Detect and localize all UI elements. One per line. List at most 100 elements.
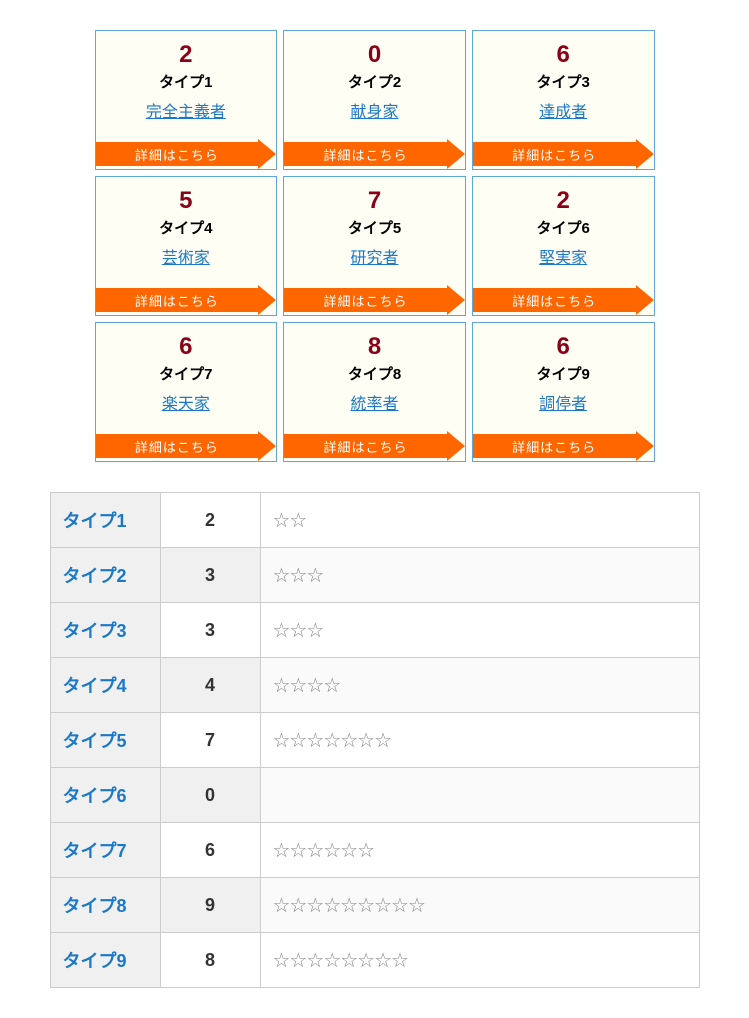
detail-label: 詳細はこちら bbox=[96, 288, 259, 312]
row-score: 0 bbox=[160, 768, 260, 823]
card-score: 2 bbox=[179, 43, 192, 67]
arrow-right-icon bbox=[636, 431, 654, 461]
card-type-label: タイプ1 bbox=[159, 71, 212, 92]
type-card-6: 2 タイプ6 堅実家詳細はこちら bbox=[472, 176, 655, 316]
type-card-4: 5 タイプ4 芸術家詳細はこちら bbox=[95, 176, 278, 316]
row-stars: ☆☆☆ bbox=[260, 548, 699, 603]
card-name-link[interactable]: 楽天家 bbox=[162, 390, 210, 414]
card-type-label: タイプ2 bbox=[348, 71, 401, 92]
card-score: 5 bbox=[179, 189, 192, 213]
results-table: タイプ12☆☆タイプ23☆☆☆タイプ33☆☆☆タイプ44☆☆☆☆タイプ57☆☆☆… bbox=[50, 492, 700, 988]
row-score: 4 bbox=[160, 658, 260, 713]
detail-label: 詳細はこちら bbox=[473, 434, 636, 458]
card-score: 7 bbox=[368, 189, 381, 213]
row-type-label: タイプ7 bbox=[50, 823, 160, 878]
detail-button[interactable]: 詳細はこちら bbox=[96, 139, 277, 169]
type-card-5: 7 タイプ5 研究者詳細はこちら bbox=[283, 176, 466, 316]
card-type-label: タイプ4 bbox=[159, 217, 212, 238]
arrow-right-icon bbox=[258, 139, 276, 169]
row-score: 6 bbox=[160, 823, 260, 878]
card-name-link[interactable]: 芸術家 bbox=[162, 244, 210, 268]
arrow-right-icon bbox=[636, 139, 654, 169]
row-type-label: タイプ1 bbox=[50, 493, 160, 548]
table-row: タイプ57☆☆☆☆☆☆☆ bbox=[50, 713, 699, 768]
detail-label: 詳細はこちら bbox=[284, 434, 447, 458]
card-type-label: タイプ8 bbox=[348, 363, 401, 384]
row-stars bbox=[260, 768, 699, 823]
detail-button[interactable]: 詳細はこちら bbox=[284, 431, 465, 461]
card-type-label: タイプ7 bbox=[159, 363, 212, 384]
card-score: 2 bbox=[556, 189, 569, 213]
arrow-right-icon bbox=[258, 285, 276, 315]
arrow-right-icon bbox=[447, 139, 465, 169]
row-stars: ☆☆☆☆☆☆☆☆ bbox=[260, 933, 699, 988]
card-score: 8 bbox=[368, 335, 381, 359]
detail-label: 詳細はこちら bbox=[473, 142, 636, 166]
row-score: 3 bbox=[160, 548, 260, 603]
card-name-link[interactable]: 献身家 bbox=[350, 98, 398, 122]
row-type-label: タイプ6 bbox=[50, 768, 160, 823]
card-name-link[interactable]: 調停者 bbox=[539, 390, 587, 414]
row-type-label: タイプ2 bbox=[50, 548, 160, 603]
detail-label: 詳細はこちら bbox=[284, 142, 447, 166]
row-type-label: タイプ8 bbox=[50, 878, 160, 933]
card-name-link[interactable]: 堅実家 bbox=[539, 244, 587, 268]
row-stars: ☆☆ bbox=[260, 493, 699, 548]
card-type-label: タイプ5 bbox=[348, 217, 401, 238]
detail-button[interactable]: 詳細はこちら bbox=[96, 431, 277, 461]
row-score: 8 bbox=[160, 933, 260, 988]
card-score: 6 bbox=[556, 43, 569, 67]
detail-button[interactable]: 詳細はこちら bbox=[284, 139, 465, 169]
arrow-right-icon bbox=[447, 431, 465, 461]
table-row: タイプ89☆☆☆☆☆☆☆☆☆ bbox=[50, 878, 699, 933]
row-stars: ☆☆☆☆☆☆☆☆☆ bbox=[260, 878, 699, 933]
type-card-2: 0 タイプ2 献身家詳細はこちら bbox=[283, 30, 466, 170]
table-row: タイプ44☆☆☆☆ bbox=[50, 658, 699, 713]
arrow-right-icon bbox=[636, 285, 654, 315]
card-name-link[interactable]: 統率者 bbox=[350, 390, 398, 414]
table-row: タイプ33☆☆☆ bbox=[50, 603, 699, 658]
row-score: 7 bbox=[160, 713, 260, 768]
row-type-label: タイプ9 bbox=[50, 933, 160, 988]
row-score: 2 bbox=[160, 493, 260, 548]
arrow-right-icon bbox=[258, 431, 276, 461]
row-stars: ☆☆☆☆ bbox=[260, 658, 699, 713]
table-row: タイプ98☆☆☆☆☆☆☆☆ bbox=[50, 933, 699, 988]
detail-button[interactable]: 詳細はこちら bbox=[473, 431, 654, 461]
row-score: 9 bbox=[160, 878, 260, 933]
type-cards-grid: 2 タイプ1 完全主義者詳細はこちら 0 タイプ2 献身家詳細はこちら 6 タイプ3 達成者詳細… bbox=[95, 30, 655, 462]
detail-label: 詳細はこちら bbox=[284, 288, 447, 312]
card-type-label: タイプ3 bbox=[536, 71, 589, 92]
detail-label: 詳細はこちら bbox=[96, 142, 259, 166]
type-card-3: 6 タイプ3 達成者詳細はこちら bbox=[472, 30, 655, 170]
card-type-label: タイプ6 bbox=[536, 217, 589, 238]
row-type-label: タイプ3 bbox=[50, 603, 160, 658]
row-stars: ☆☆☆ bbox=[260, 603, 699, 658]
detail-label: 詳細はこちら bbox=[473, 288, 636, 312]
table-row: タイプ76☆☆☆☆☆☆ bbox=[50, 823, 699, 878]
card-score: 0 bbox=[368, 43, 381, 67]
row-stars: ☆☆☆☆☆☆☆ bbox=[260, 713, 699, 768]
detail-label: 詳細はこちら bbox=[96, 434, 259, 458]
card-score: 6 bbox=[556, 335, 569, 359]
card-score: 6 bbox=[179, 335, 192, 359]
row-type-label: タイプ5 bbox=[50, 713, 160, 768]
card-name-link[interactable]: 研究者 bbox=[350, 244, 398, 268]
row-type-label: タイプ4 bbox=[50, 658, 160, 713]
card-type-label: タイプ9 bbox=[536, 363, 589, 384]
card-name-link[interactable]: 完全主義者 bbox=[146, 98, 226, 122]
row-stars: ☆☆☆☆☆☆ bbox=[260, 823, 699, 878]
type-card-9: 6 タイプ9 調停者詳細はこちら bbox=[472, 322, 655, 462]
arrow-right-icon bbox=[447, 285, 465, 315]
table-row: タイプ12☆☆ bbox=[50, 493, 699, 548]
detail-button[interactable]: 詳細はこちら bbox=[473, 285, 654, 315]
table-row: タイプ23☆☆☆ bbox=[50, 548, 699, 603]
type-card-1: 2 タイプ1 完全主義者詳細はこちら bbox=[95, 30, 278, 170]
table-row: タイプ60 bbox=[50, 768, 699, 823]
detail-button[interactable]: 詳細はこちら bbox=[473, 139, 654, 169]
card-name-link[interactable]: 達成者 bbox=[539, 98, 587, 122]
type-card-7: 6 タイプ7 楽天家詳細はこちら bbox=[95, 322, 278, 462]
detail-button[interactable]: 詳細はこちら bbox=[284, 285, 465, 315]
type-card-8: 8 タイプ8 統率者詳細はこちら bbox=[283, 322, 466, 462]
detail-button[interactable]: 詳細はこちら bbox=[96, 285, 277, 315]
